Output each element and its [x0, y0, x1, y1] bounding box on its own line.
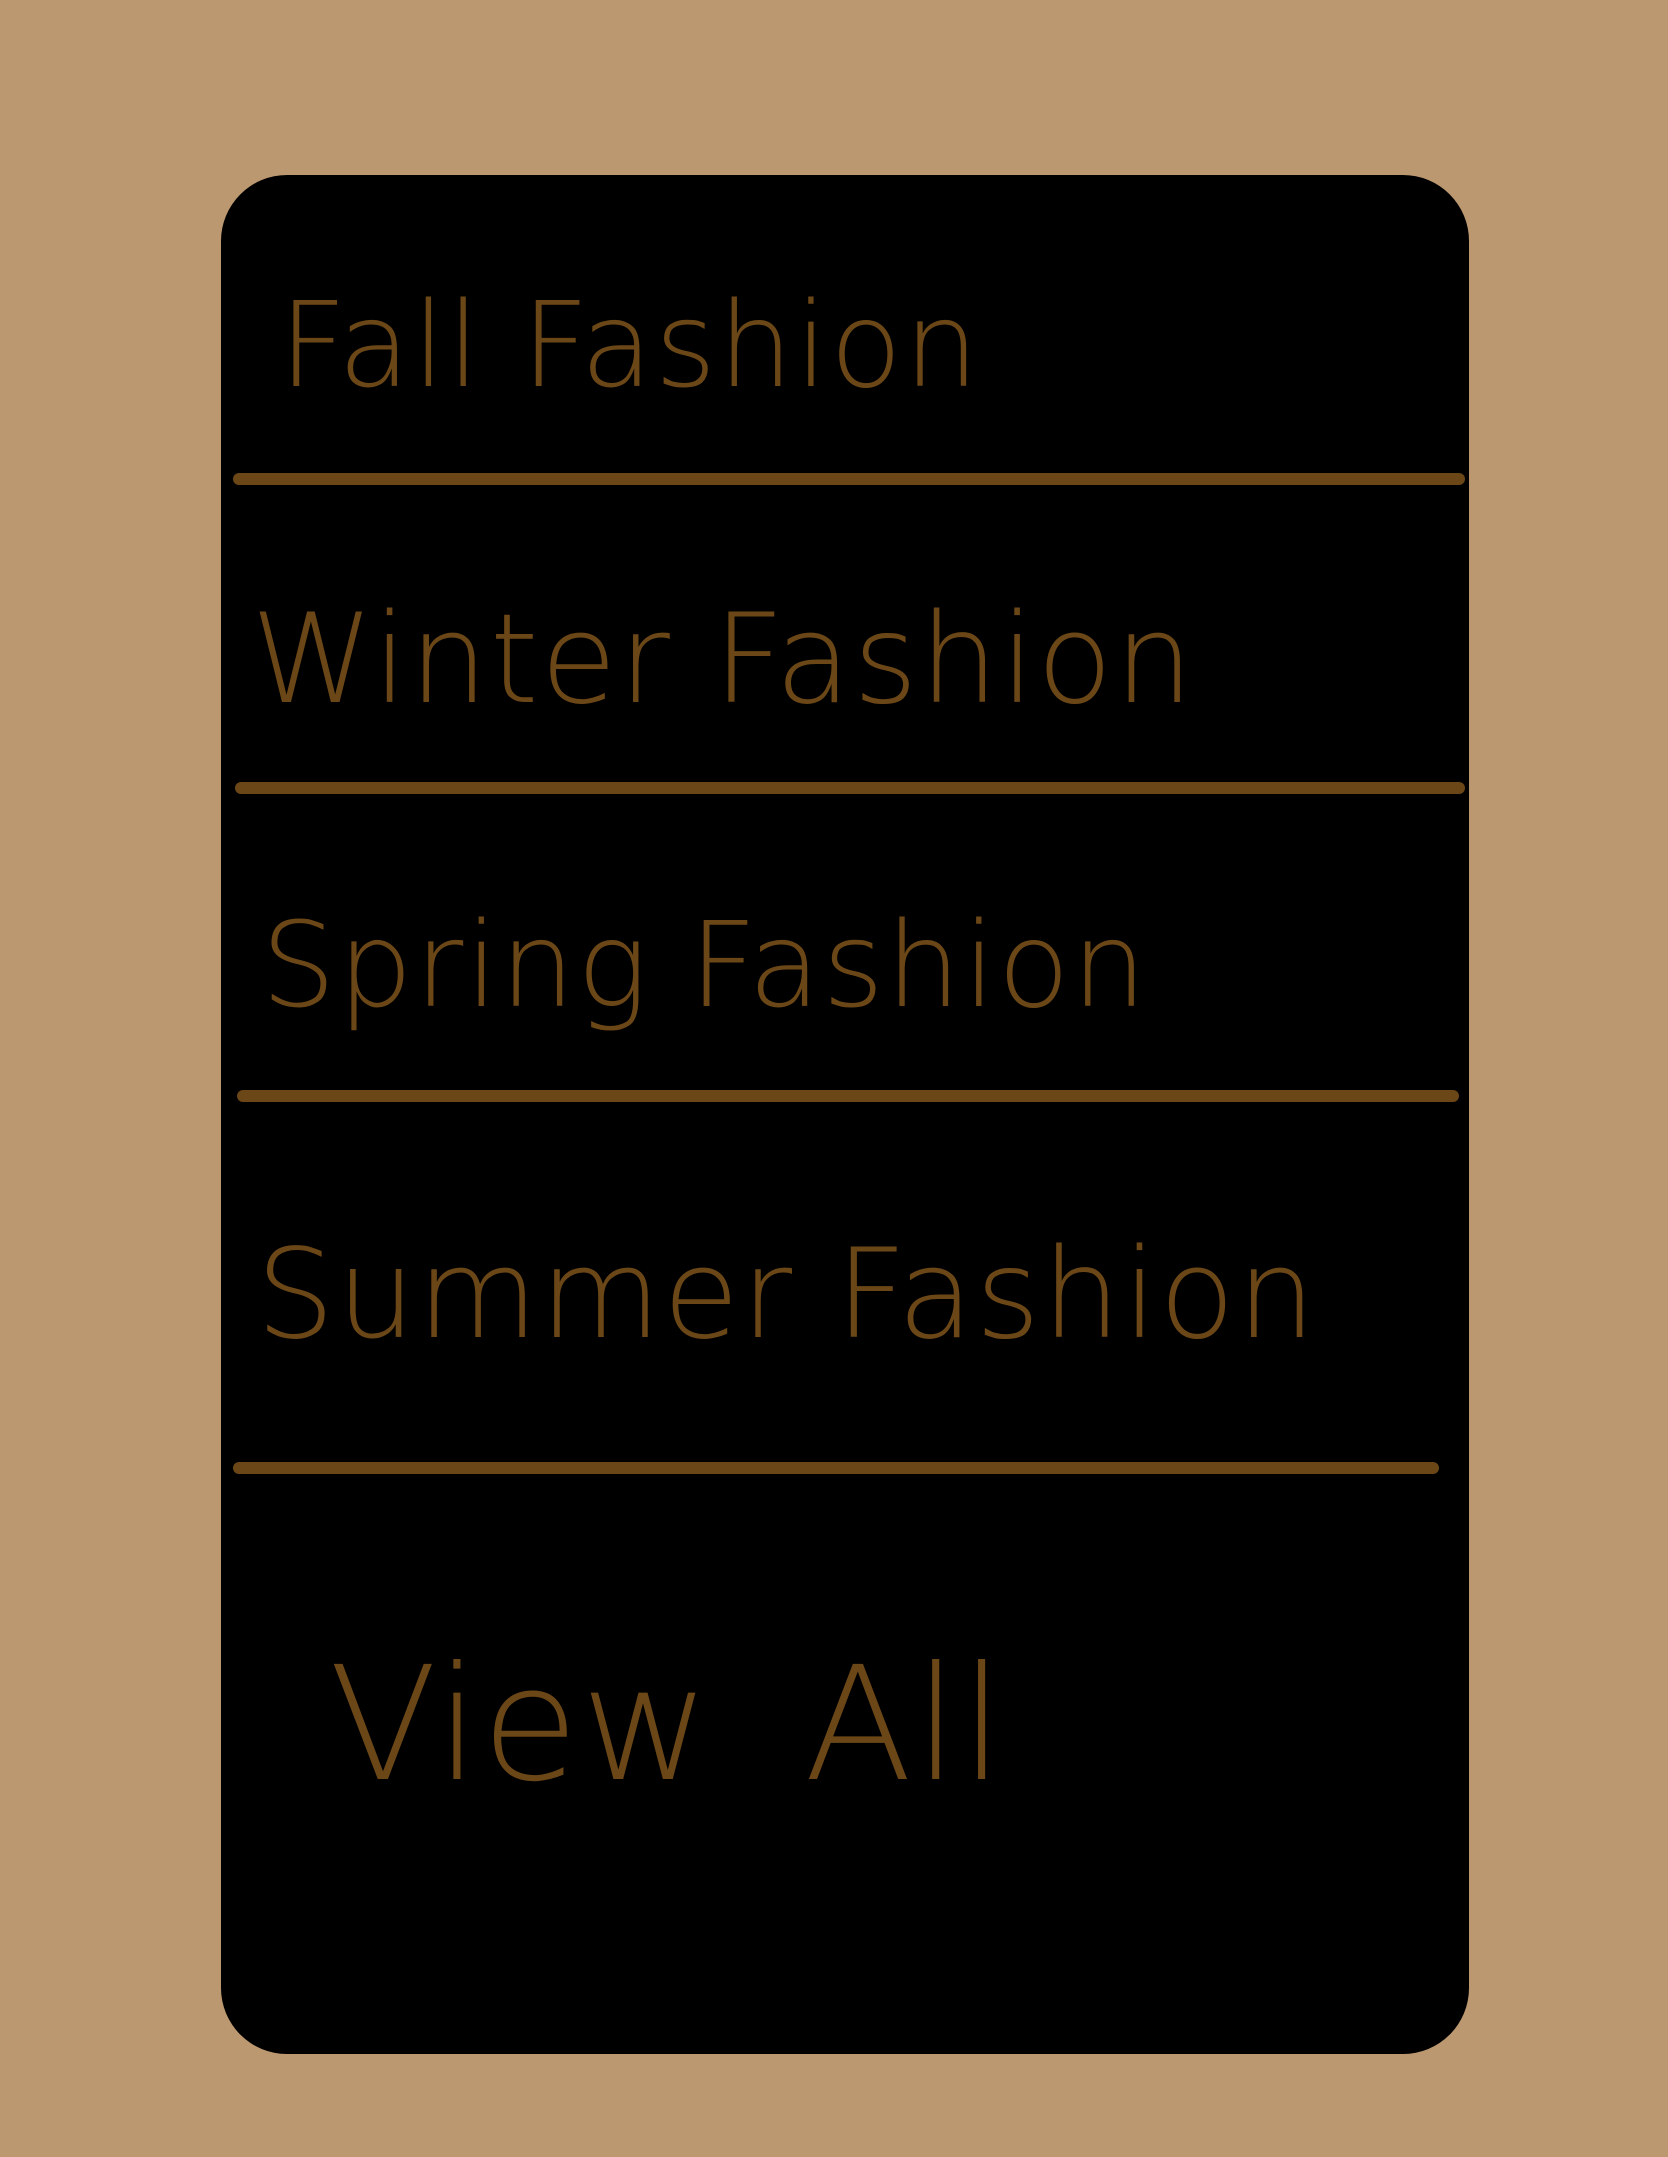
menu-item-label: Fall Fashion: [279, 276, 981, 414]
menu-item-summer-fashion[interactable]: Summer Fashion: [221, 1115, 1469, 1475]
divider: [235, 782, 1465, 794]
menu-item-spring-fashion[interactable]: Spring Fashion: [221, 800, 1469, 1130]
page: { "menu": { "items": [ { "label": "Fall …: [0, 0, 1668, 2157]
menu-item-label: Winter Fashion: [251, 588, 1196, 732]
fashion-category-menu: Fall Fashion Winter Fashion Spring Fashi…: [221, 175, 1469, 2054]
divider: [233, 1462, 1439, 1474]
menu-item-fall-fashion[interactable]: Fall Fashion: [221, 215, 1469, 475]
divider: [237, 1090, 1459, 1102]
view-all-button[interactable]: View All: [221, 1515, 1469, 1935]
menu-item-label: Summer Fashion: [256, 1223, 1318, 1367]
menu-item-label: Spring Fashion: [261, 896, 1149, 1034]
divider: [233, 473, 1465, 485]
view-all-label: View All: [329, 1633, 1007, 1817]
menu-item-winter-fashion[interactable]: Winter Fashion: [221, 495, 1469, 825]
